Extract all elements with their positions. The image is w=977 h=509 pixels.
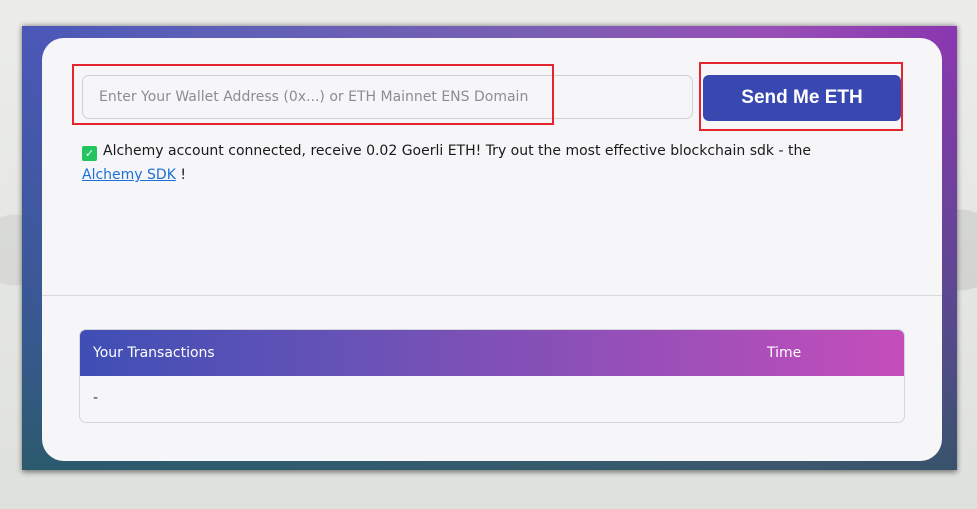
connection-status-message: ✓ Alchemy account connected, receive 0.02… bbox=[82, 139, 892, 187]
transaction-cell: - bbox=[93, 390, 99, 406]
alchemy-sdk-link[interactable]: Alchemy SDK bbox=[82, 167, 176, 183]
faucet-card: Send Me ETH ✓ Alchemy account connected, … bbox=[42, 38, 942, 461]
transactions-table: Your Transactions Time - bbox=[79, 329, 905, 423]
status-text: Alchemy account connected, receive 0.02 … bbox=[103, 143, 811, 159]
section-divider bbox=[42, 295, 942, 296]
table-row: - bbox=[80, 376, 904, 422]
status-suffix: ! bbox=[180, 167, 186, 183]
checkmark-icon: ✓ bbox=[82, 146, 97, 161]
send-me-eth-button[interactable]: Send Me ETH bbox=[703, 75, 901, 121]
wallet-address-input[interactable] bbox=[82, 75, 693, 119]
column-header-time: Time bbox=[767, 345, 802, 361]
column-header-transactions: Your Transactions bbox=[93, 345, 215, 361]
transactions-table-header: Your Transactions Time bbox=[80, 330, 904, 376]
